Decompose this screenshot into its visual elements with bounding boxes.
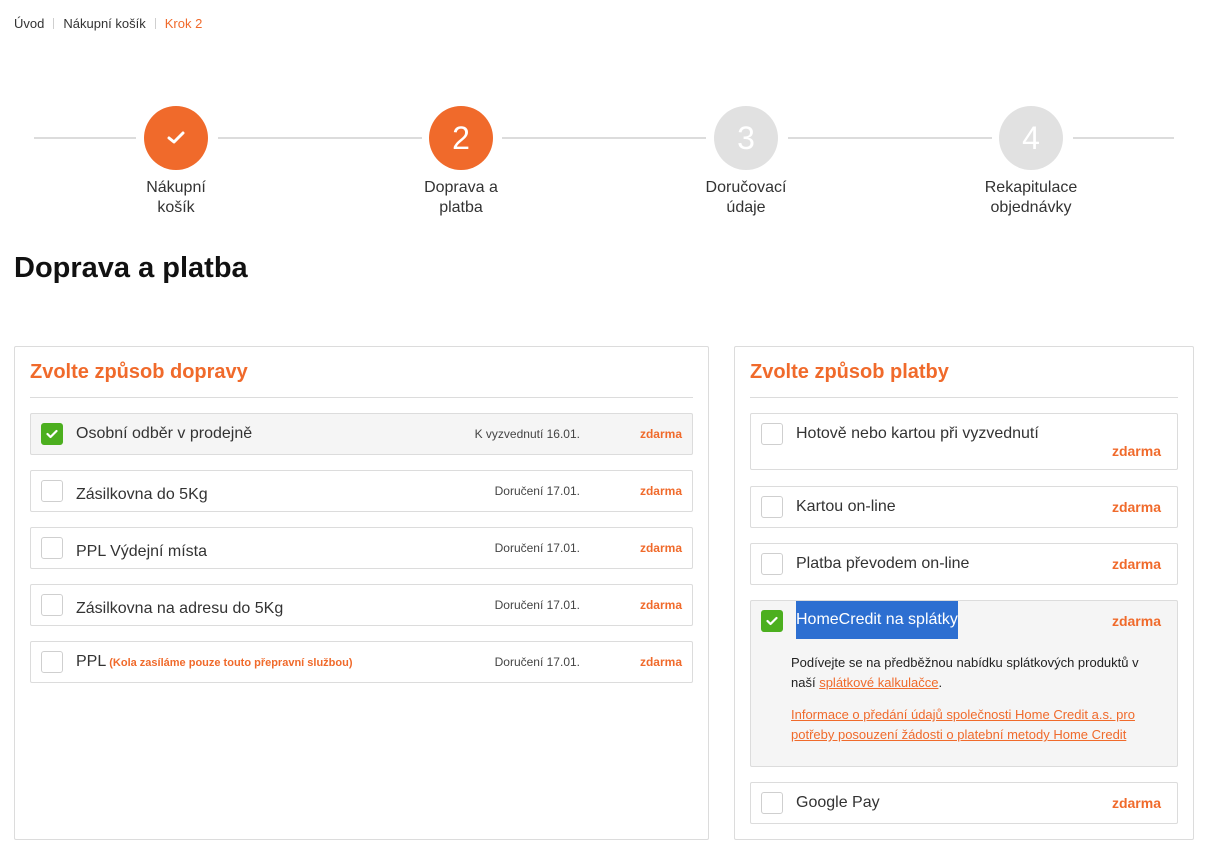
shipping-option-label: PPL Výdejní místa bbox=[76, 543, 208, 560]
breadcrumb-cart-link[interactable]: Nákupní košík bbox=[63, 16, 145, 31]
breadcrumb: Úvod Nákupní košík Krok 2 bbox=[14, 16, 202, 31]
shipping-option-date: K vyzvednutí 16.01. bbox=[474, 427, 580, 441]
divider bbox=[30, 397, 693, 398]
checkbox[interactable] bbox=[41, 651, 63, 673]
payment-panel: Zvolte způsob platby Hotově nebo kartou … bbox=[734, 346, 1194, 840]
breadcrumb-separator bbox=[154, 18, 156, 29]
payment-option-cash-or-card[interactable]: Hotově nebo kartou při vyzvednutí zdarma bbox=[750, 413, 1178, 470]
shipping-option-store-pickup[interactable]: Osobní odběr v prodejně K vyzvednutí 16.… bbox=[30, 413, 693, 455]
shipping-option-price: zdarma bbox=[639, 541, 682, 555]
payment-option-price: zdarma bbox=[1111, 443, 1161, 459]
checkout-stepper: Nákupní košík 2 Doprava a platba 3 Doručov… bbox=[0, 106, 1208, 226]
step-circle-todo: 4 bbox=[999, 106, 1063, 170]
shipping-option-date: Doručení 17.01. bbox=[494, 655, 580, 669]
payment-option-label: Platba převodem on-line bbox=[796, 555, 970, 572]
divider bbox=[750, 397, 1178, 398]
payment-option-label: Kartou on-line bbox=[796, 498, 896, 515]
step-circle-active: 2 bbox=[429, 106, 493, 170]
checkmark-icon bbox=[46, 429, 58, 439]
checkbox[interactable] bbox=[761, 423, 783, 445]
payment-option-price: zdarma bbox=[1111, 795, 1161, 811]
step-delivery-details: 3 Doručovací údaje bbox=[666, 106, 826, 218]
payment-option-label: Hotově nebo kartou při vyzvednutí bbox=[796, 425, 1039, 442]
payment-option-price: zdarma bbox=[1111, 499, 1161, 515]
shipping-option-ppl[interactable]: PPL (Kola zasíláme pouze touto přepravní … bbox=[30, 641, 693, 683]
shipping-option-date: Doručení 17.01. bbox=[494, 541, 580, 555]
checkbox[interactable] bbox=[761, 553, 783, 575]
payment-option-label: HomeCredit na splátky bbox=[796, 601, 958, 639]
checkbox[interactable] bbox=[761, 792, 783, 814]
checkmark-icon bbox=[766, 616, 778, 626]
payment-panel-title: Zvolte způsob platby bbox=[750, 361, 949, 383]
shipping-option-label: Zásilkovna na adresu do 5Kg bbox=[76, 600, 284, 617]
checkbox[interactable] bbox=[41, 480, 63, 502]
homecredit-description: Podívejte se na předběžnou nabídku splát… bbox=[791, 655, 1139, 690]
shipping-option-label: Osobní odběr v prodejně bbox=[76, 425, 253, 442]
shipping-option-zasilkovna-address[interactable]: Zásilkovna na adresu do 5Kg Doručení 17.… bbox=[30, 584, 693, 626]
shipping-option-price: zdarma bbox=[639, 655, 682, 669]
shipping-panel-title: Zvolte způsob dopravy bbox=[30, 361, 248, 383]
step-summary: 4 Rekapitulace objednávky bbox=[951, 106, 1111, 218]
payment-option-google-pay[interactable]: Google Pay zdarma bbox=[750, 782, 1178, 824]
step-circle-todo: 3 bbox=[714, 106, 778, 170]
step-shipping-payment: 2 Doprava a platba bbox=[381, 106, 541, 218]
checkbox[interactable] bbox=[41, 537, 63, 559]
shipping-option-date: Doručení 17.01. bbox=[494, 598, 580, 612]
homecredit-calculator-link[interactable]: splátkové kalkulačce bbox=[819, 675, 938, 690]
step-label: Nákupní košík bbox=[146, 179, 206, 216]
shipping-option-price: zdarma bbox=[639, 598, 682, 612]
shipping-option-note: (Kola zasíláme pouze touto přepravní slu… bbox=[109, 657, 353, 669]
breadcrumb-current: Krok 2 bbox=[164, 16, 203, 31]
payment-option-transfer-online[interactable]: Platba převodem on-line zdarma bbox=[750, 543, 1178, 585]
checkmark-icon bbox=[167, 131, 185, 144]
shipping-option-price: zdarma bbox=[639, 484, 682, 498]
step-label: Doprava a platba bbox=[424, 179, 498, 216]
shipping-option-label: Zásilkovna do 5Kg bbox=[76, 486, 208, 503]
checkbox[interactable] bbox=[761, 496, 783, 518]
breadcrumb-home-link[interactable]: Úvod bbox=[14, 16, 44, 31]
shipping-option-price: zdarma bbox=[639, 427, 682, 441]
payment-option-label: Google Pay bbox=[796, 794, 880, 811]
payment-option-price: zdarma bbox=[1111, 556, 1161, 572]
shipping-option-date: Doručení 17.01. bbox=[494, 484, 580, 498]
step-label: Rekapitulace objednávky bbox=[984, 179, 1078, 216]
shipping-option-zasilkovna[interactable]: Zásilkovna do 5Kg Doručení 17.01. zdarma bbox=[30, 470, 693, 512]
payment-option-homecredit[interactable]: HomeCredit na splátky zdarma Podívejte s… bbox=[750, 600, 1178, 767]
checkbox[interactable] bbox=[41, 594, 63, 616]
payment-option-price: zdarma bbox=[1111, 613, 1161, 629]
step-circle-done bbox=[144, 106, 208, 170]
step-cart[interactable]: Nákupní košík bbox=[96, 106, 256, 218]
shipping-panel: Zvolte způsob dopravy Osobní odběr v pro… bbox=[14, 346, 709, 840]
page-title: Doprava a platba bbox=[14, 252, 248, 284]
checkbox-checked[interactable] bbox=[761, 610, 783, 632]
checkbox-checked[interactable] bbox=[41, 423, 63, 445]
shipping-option-ppl-pickup[interactable]: PPL Výdejní místa Doručení 17.01. zdarma bbox=[30, 527, 693, 569]
homecredit-info: Informace o předání údajů společnosti Ho… bbox=[791, 705, 1159, 745]
shipping-option-label: PPL (Kola zasíláme pouze touto přepravní … bbox=[76, 653, 353, 670]
homecredit-info-link[interactable]: Informace o předání údajů společnosti Ho… bbox=[791, 707, 1135, 742]
payment-option-card-online[interactable]: Kartou on-line zdarma bbox=[750, 486, 1178, 528]
step-label: Doručovací údaje bbox=[705, 179, 787, 216]
breadcrumb-separator bbox=[53, 18, 55, 29]
